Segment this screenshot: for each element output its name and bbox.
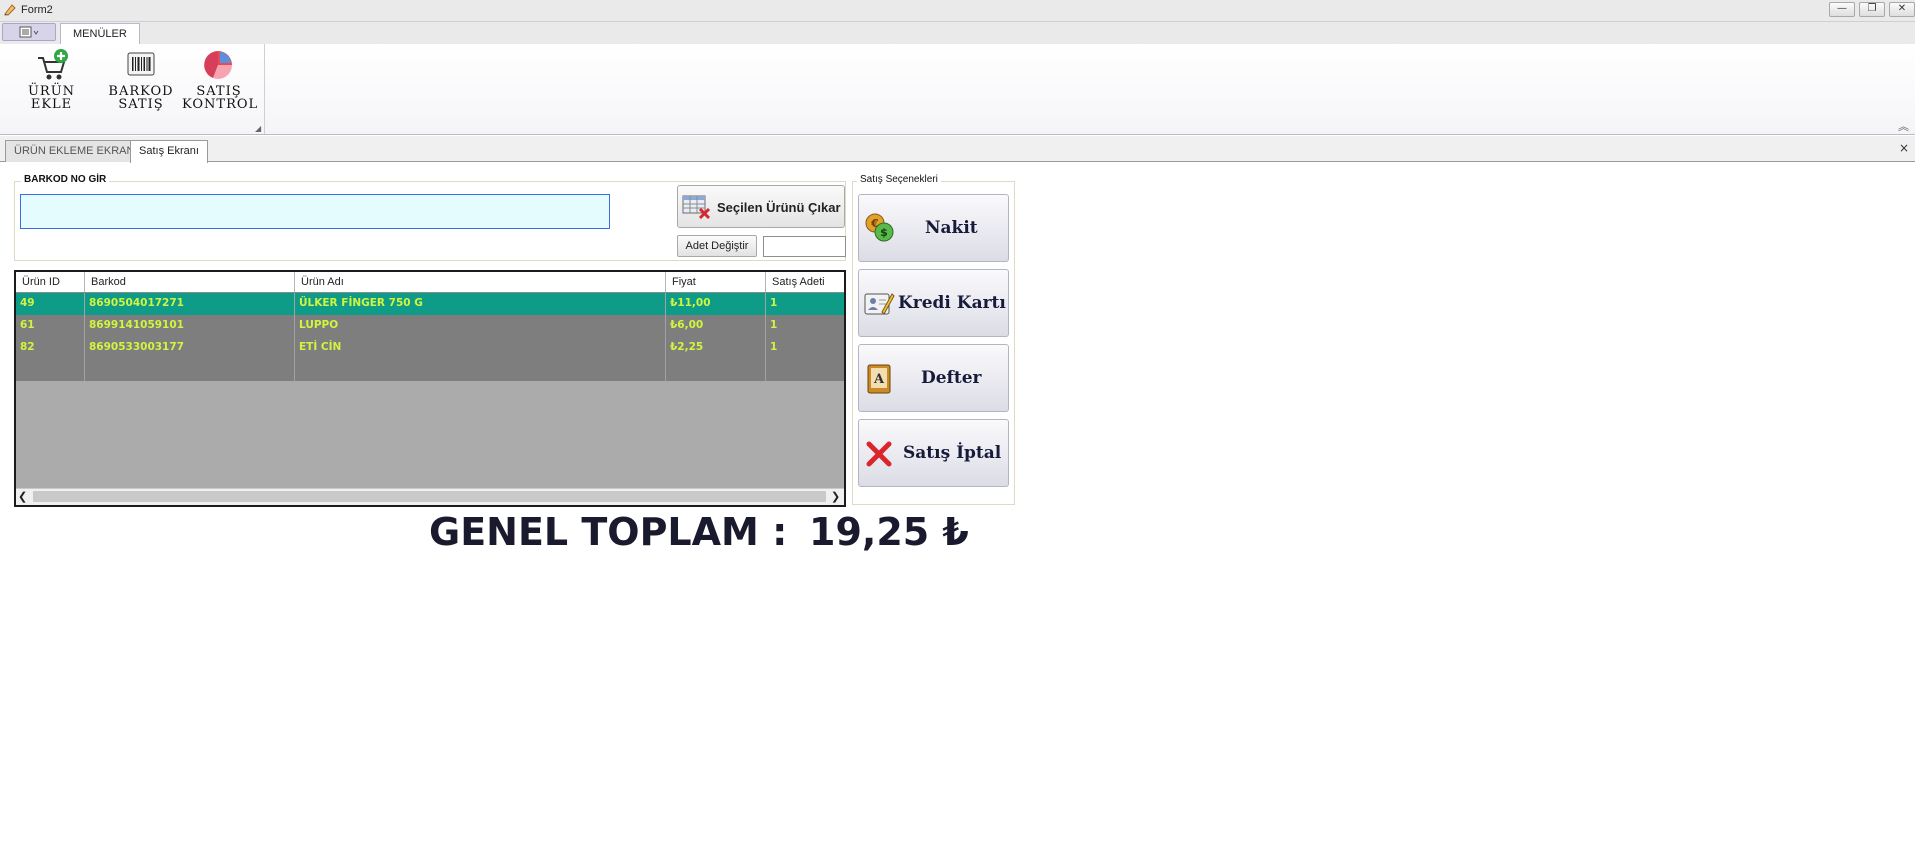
column-header-urun-adi[interactable]: Ürün Adı — [295, 272, 666, 292]
table-row[interactable]: 49 8690504017271 ÜLKER FİNGER 750 G ₺11,00 1 — [16, 293, 844, 315]
cell-urun-id[interactable]: 82 — [16, 337, 85, 359]
window-titlebar — [0, 0, 1915, 22]
svg-text:A: A — [873, 372, 885, 387]
cell-urun-adi[interactable] — [295, 359, 666, 381]
ribbon-collapse-icon[interactable]: ︽ — [1898, 118, 1909, 134]
cell-fiyat[interactable]: ₺11,00 — [666, 293, 766, 315]
sales-grid[interactable]: Ürün ID Barkod Ürün Adı Fiyat Satış Adet… — [14, 270, 846, 507]
application-menu-button[interactable] — [2, 23, 56, 41]
cell-barkod[interactable]: 8690533003177 — [85, 337, 295, 359]
urun-ekle-button[interactable]: ÜRÜN EKLE — [5, 48, 98, 111]
cell-barkod[interactable]: 8699141059101 — [85, 315, 295, 337]
column-header-urun-id[interactable]: Ürün ID — [16, 272, 85, 292]
cart-add-icon — [37, 49, 68, 80]
defter-label: Defter — [921, 368, 982, 388]
tab-urun-ekleme-ekrani[interactable]: ÜRÜN EKLEME EKRANI — [5, 140, 147, 162]
column-header-satis-adeti[interactable]: Satış Adeti — [766, 272, 844, 292]
kredi-karti-label: Kredi Kartı — [898, 293, 1006, 313]
satis-iptal-button[interactable]: Satış İptal — [858, 419, 1009, 487]
column-header-fiyat[interactable]: Fiyat — [666, 272, 766, 292]
horizontal-scrollbar[interactable]: ❮ ❯ — [16, 488, 844, 505]
cell-barkod[interactable] — [85, 359, 295, 381]
cell-fiyat[interactable] — [666, 359, 766, 381]
cell-fiyat[interactable]: ₺2,25 — [666, 337, 766, 359]
minimize-button[interactable]: — — [1829, 2, 1855, 17]
satis-iptal-label: Satış İptal — [903, 443, 1002, 463]
document-tab-strip — [0, 136, 1915, 162]
barkod-satis-label-2: SATIŞ — [118, 97, 164, 112]
tab-satis-ekrani[interactable]: Satış Ekranı — [130, 140, 208, 163]
cell-fiyat[interactable]: ₺6,00 — [666, 315, 766, 337]
close-document-icon[interactable]: × — [1899, 141, 1909, 155]
restore-button[interactable]: ❐ — [1859, 2, 1885, 17]
genel-toplam-label: GENEL TOPLAM : — [429, 510, 788, 554]
pie-chart-icon — [204, 51, 232, 79]
book-icon: A — [867, 364, 891, 394]
barkod-satis-button[interactable]: BARKOD SATIŞ — [108, 48, 174, 111]
barcode-icon — [127, 52, 155, 76]
cell-urun-id[interactable]: 61 — [16, 315, 85, 337]
satis-secenekleri-legend: Satış Seçenekleri — [857, 174, 941, 185]
cell-satis-adeti[interactable]: 1 — [766, 337, 844, 359]
satis-kontrol-button[interactable]: SATIŞ KONTROL — [182, 48, 259, 112]
cell-urun-adi[interactable]: ETİ CİN — [295, 337, 666, 359]
satis-kontrol-label-2: KONTROL — [182, 97, 259, 112]
cell-satis-adeti[interactable]: 1 — [766, 293, 844, 315]
adet-input[interactable] — [763, 236, 846, 257]
cell-urun-adi[interactable]: ÜLKER FİNGER 750 G — [295, 293, 666, 315]
group-launcher-icon[interactable]: ◢ — [255, 124, 261, 133]
close-window-button[interactable]: ✕ — [1889, 2, 1915, 17]
new-row[interactable] — [16, 359, 844, 381]
scroll-left-icon[interactable]: ❮ — [18, 490, 27, 503]
ribbon-tab-menuler[interactable]: MENÜLER — [60, 23, 140, 45]
window-title: Form2 — [21, 4, 53, 16]
card-pen-icon — [864, 293, 895, 315]
genel-toplam-value: 19,25 ₺ — [809, 510, 969, 554]
cell-satis-adeti[interactable]: 1 — [766, 315, 844, 337]
cell-urun-id[interactable]: 49 — [16, 293, 85, 315]
cancel-icon — [866, 441, 892, 467]
adet-degistir-button[interactable]: Adet Değiştir — [677, 235, 757, 257]
ribbon-tab-strip — [0, 22, 1915, 45]
nakit-label: Nakit — [925, 218, 978, 238]
nakit-button[interactable]: € $ Nakit — [858, 194, 1009, 262]
urun-ekle-label: ÜRÜN EKLE — [27, 84, 76, 112]
kredi-karti-button[interactable]: Kredi Kartı — [858, 269, 1009, 337]
barkod-input[interactable] — [20, 194, 610, 229]
column-header-barkod[interactable]: Barkod — [85, 272, 295, 292]
barkod-legend: BARKOD NO GİR — [21, 174, 110, 185]
coins-icon: € $ — [865, 213, 894, 242]
cell-satis-adeti[interactable] — [766, 359, 844, 381]
scroll-right-icon[interactable]: ❯ — [831, 490, 840, 503]
table-row[interactable]: 61 8699141059101 LUPPO ₺6,00 1 — [16, 315, 844, 337]
cell-urun-adi[interactable]: LUPPO — [295, 315, 666, 337]
app-icon — [4, 4, 16, 16]
cell-urun-id[interactable] — [16, 359, 85, 381]
scroll-thumb[interactable] — [33, 491, 826, 502]
svg-text:$: $ — [880, 226, 888, 239]
menu-icon — [19, 26, 39, 38]
secilen-urunu-cikar-button[interactable]: Seçilen Ürünü Çıkar — [677, 185, 845, 228]
secilen-urunu-cikar-label: Seçilen Ürünü Çıkar — [717, 200, 841, 215]
table-row[interactable]: 82 8690533003177 ETİ CİN ₺2,25 1 — [16, 337, 844, 359]
cell-barkod[interactable]: 8690504017271 — [85, 293, 295, 315]
grid-remove-icon — [682, 195, 711, 220]
ribbon-body — [0, 44, 1915, 135]
defter-button[interactable]: A Defter — [858, 344, 1009, 412]
grid-header: Ürün ID Barkod Ürün Adı Fiyat Satış Adet… — [16, 272, 844, 293]
